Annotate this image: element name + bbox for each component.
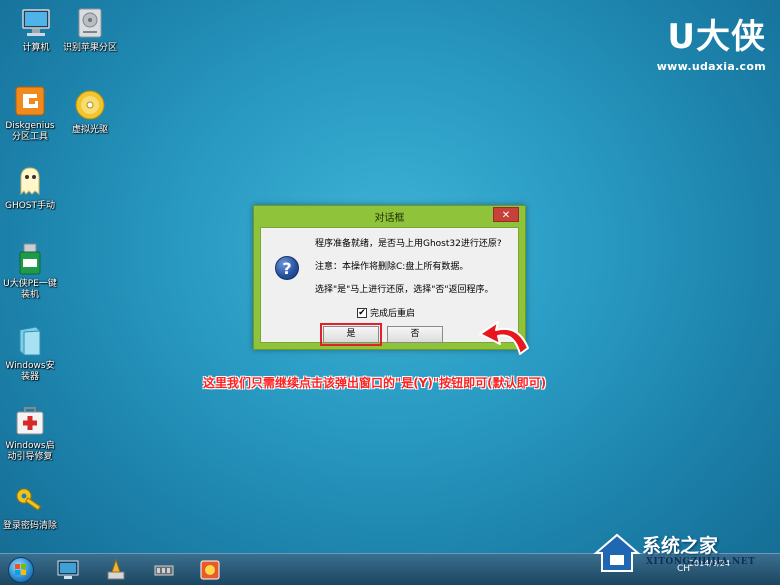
restart-checkbox-row[interactable]: ✔ 完成后重启 <box>357 306 415 319</box>
taskbar-tools-icon[interactable] <box>198 558 222 582</box>
desktop-icon-udaxia-install[interactable]: U大侠PE一键 装机 <box>0 242 62 301</box>
desktop-icon-windows-installer[interactable]: Windows安 装器 <box>0 324 62 383</box>
first-aid-kit-icon <box>13 404 47 438</box>
desktop-icon-boot-repair[interactable]: Windows启 动引导修复 <box>0 404 62 463</box>
restart-checkbox[interactable]: ✔ <box>357 307 367 318</box>
desktop-icon-label: 虚拟光驱 <box>71 125 108 135</box>
start-button[interactable] <box>8 557 34 583</box>
windows-logo-icon <box>15 564 26 575</box>
desktop-icon-label: GHOST手动 <box>4 201 56 211</box>
restart-checkbox-label: 完成后重启 <box>370 309 416 319</box>
desktop-icon-label: Diskgenius 分区工具 <box>5 121 55 142</box>
watermark-subtitle: XITONGZHIJIA.NET <box>646 557 756 567</box>
brand-logo: U大侠 www.udaxia.com <box>657 18 766 73</box>
watermark: 系统之家 XITONGZHIJIA.NET <box>592 529 772 577</box>
watermark-house-icon <box>593 533 641 572</box>
desktop-icon-virtual-drive[interactable]: 虚拟光驱 <box>58 88 122 136</box>
close-button[interactable]: ✕ <box>493 207 519 222</box>
red-arrow-icon <box>479 321 529 355</box>
brand-url: www.udaxia.com <box>656 60 766 73</box>
question-icon: ? <box>275 256 299 280</box>
desktop-icon-password-clear[interactable]: 登录密码清除 <box>0 484 62 532</box>
taskbar-cleaner-icon[interactable] <box>104 558 128 582</box>
installer-box-icon <box>13 324 47 358</box>
desktop-icon-ghost[interactable]: GHOST手动 <box>0 164 62 212</box>
ghost-icon <box>13 164 47 198</box>
desktop-icon-label: 登录密码清除 <box>2 521 57 531</box>
desktop-icon-label: U大侠PE一键 装机 <box>3 279 57 300</box>
computer-icon <box>19 6 53 40</box>
desktop-icon-label: Windows安 装器 <box>5 361 55 382</box>
yes-button[interactable]: 是 <box>320 323 382 346</box>
watermark-title: 系统之家 <box>642 535 719 557</box>
desktop-icon-mac-partition[interactable]: 识别苹果分区 <box>58 6 122 54</box>
dialog-message-line1: 程序准备就绪，是否马上用Ghost32进行还原? <box>315 239 502 249</box>
dialog-message-line2: 注意：本操作将删除C:盘上所有数据。 <box>315 262 469 272</box>
dialog-titlebar[interactable]: 对话框 ✕ <box>254 206 525 226</box>
instruction-annotation: 这里我们只需继续点击该弹出窗口的"是(Y)"按钮即可(默认即可) <box>203 376 547 390</box>
hard-drive-icon <box>73 6 107 40</box>
cd-disc-icon <box>73 88 107 122</box>
dialog-message-line3: 选择"是"马上进行还原，选择"否"返回程序。 <box>315 285 494 295</box>
key-icon <box>13 484 47 518</box>
taskbar-hardware-icon[interactable] <box>152 558 176 582</box>
desktop-icon-label: 识别苹果分区 <box>62 43 117 53</box>
brand-logo-text: U大侠 <box>667 17 766 57</box>
dialog-title: 对话框 <box>374 213 405 224</box>
no-button[interactable]: 否 <box>387 326 443 343</box>
usb-drive-icon <box>13 242 47 276</box>
taskbar-monitor-icon[interactable] <box>56 558 80 582</box>
diskgenius-icon <box>13 84 47 118</box>
desktop-icon-label: Windows启 动引导修复 <box>5 441 55 462</box>
desktop-icon-diskgenius[interactable]: Diskgenius 分区工具 <box>0 84 62 143</box>
